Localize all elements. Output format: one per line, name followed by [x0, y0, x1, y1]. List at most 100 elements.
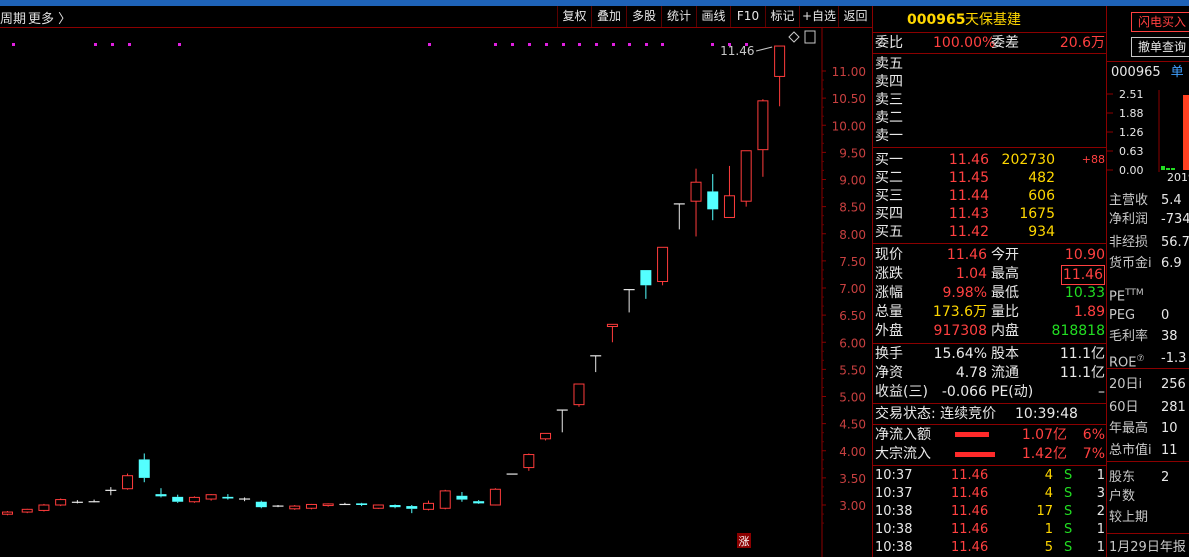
stock-name: 天保基建: [965, 12, 1021, 28]
bid-row[interactable]: 买三 11.44 606: [873, 187, 1107, 205]
chart-canvas[interactable]: 11.00 10.50 10.00 9.50 9.00 8.50 8.00 7.50 7.00 6…: [0, 28, 872, 557]
cancel-query-button[interactable]: 撤单查询: [1131, 37, 1189, 57]
candlestick-chart[interactable]: 11.00 10.50 10.00 9.50 9.00 8.50 8.00 7.50 7.00 6…: [0, 28, 872, 557]
divider: [1107, 461, 1189, 462]
fund-value: -0.066: [941, 384, 987, 400]
rp-label: 年最高: [1109, 421, 1149, 436]
bid-row[interactable]: 买一 11.46 202730 +88: [873, 151, 1107, 169]
bid-price: 11.44: [948, 188, 989, 204]
rp-label: PE: [1109, 289, 1126, 305]
diff-label: 委差: [991, 35, 1019, 51]
bid-label: 买一: [875, 152, 903, 168]
stat-row: 涨幅 9.98% 最低 10.33: [873, 284, 1107, 302]
toolbar-button-2[interactable]: 多股: [626, 6, 661, 27]
flow-label: 大宗流入: [875, 446, 931, 462]
flow-label: 净流入额: [875, 427, 931, 443]
signal-dot: [645, 43, 648, 46]
signal-dot: [711, 43, 714, 46]
rp-value: 11: [1161, 443, 1178, 458]
fund-label: 净资: [875, 365, 903, 381]
flow-pct: 6%: [1082, 427, 1105, 443]
candle: [272, 505, 284, 508]
candle: [38, 503, 50, 512]
y-tick-label: 10.50: [832, 92, 866, 106]
y-tick-label: 6.00: [839, 336, 866, 350]
stat-label: 总量: [875, 304, 903, 320]
ask-row[interactable]: 卖三: [873, 91, 1107, 109]
candle: [356, 502, 368, 507]
ask-row[interactable]: 卖一: [873, 127, 1107, 145]
rp-row: PEG 0: [1109, 307, 1169, 325]
rp-value: 281: [1161, 400, 1186, 415]
toolbar-button-1[interactable]: 叠加: [591, 6, 626, 27]
rp-row: 股东 2: [1109, 469, 1169, 487]
rp-code: 000965: [1111, 65, 1161, 80]
flash-buy-button[interactable]: 闪电买入: [1131, 12, 1189, 32]
toolbar-button-6[interactable]: 标记: [765, 6, 799, 27]
bid-row[interactable]: 买四 11.43 1675: [873, 205, 1107, 223]
toolbar-button-4[interactable]: 画线: [696, 6, 730, 27]
stat-value: 10.90: [1064, 247, 1105, 263]
mini-bar: [1171, 168, 1175, 170]
stat-row: 现价 11.46 今开 10.90: [873, 246, 1107, 264]
tick-row: 10:38 11.46 17 S 2: [873, 503, 1107, 521]
ask-label: 卖三: [875, 92, 903, 108]
toolbar-button-8[interactable]: 返回: [838, 6, 872, 27]
diamond-icon[interactable]: [788, 31, 800, 43]
flow-row: 大宗流入 1.42亿 7%: [873, 445, 1107, 463]
signal-dot: [612, 43, 615, 46]
tick-volume: 5: [1044, 540, 1053, 555]
y-tick-label: 6.50: [839, 309, 866, 323]
candle: [406, 505, 418, 514]
rp-label: 货币金i: [1109, 256, 1152, 271]
flow-value: 1.42亿: [1021, 446, 1067, 462]
tick-time: 10:38: [875, 522, 913, 537]
candle: [339, 502, 351, 506]
rp-value: 5.4: [1161, 193, 1182, 208]
bid-price: 11.42: [948, 224, 989, 240]
bid-row[interactable]: 买二 11.45 482: [873, 169, 1107, 187]
rp-label: 非经损: [1109, 235, 1149, 250]
trade-time: 10:39:48: [1015, 406, 1078, 422]
divider: [873, 243, 1107, 244]
stat-label: 涨幅: [875, 285, 903, 301]
ratio-label: 委比: [875, 35, 903, 51]
fund-label: 流通: [991, 365, 1019, 381]
more-menu[interactable]: 更多 〉: [28, 8, 71, 27]
bid-row[interactable]: 买五 11.42 934: [873, 223, 1107, 241]
signal-dot: [111, 43, 114, 46]
quote-panel: 000965 天保基建 委比 100.00% 委差 20.6万 卖五 卖四 卖三 卖二 卖一 买一 11…: [872, 6, 1107, 557]
toolbar-button-5[interactable]: F10: [730, 6, 765, 27]
candle: [105, 487, 117, 496]
rp-label: 主营收: [1109, 193, 1149, 208]
rp-label-sup: ⑦: [1136, 354, 1145, 364]
panel-toggle-icon[interactable]: [804, 30, 816, 44]
ask-row[interactable]: 卖四: [873, 73, 1107, 91]
toolbar-button-3[interactable]: 统计: [661, 6, 696, 27]
flow-bar: [955, 452, 995, 457]
mini-bar: [1166, 168, 1170, 170]
mini-tick-label: 1.26: [1119, 126, 1144, 139]
rp-row: 毛利率 38: [1109, 328, 1178, 346]
ask-row[interactable]: 卖二: [873, 109, 1107, 127]
toolbar-button-7[interactable]: +自选: [799, 6, 838, 27]
fund-row: 净资 4.78 流通 11.1亿: [873, 364, 1107, 382]
period-selector[interactable]: 周期: [0, 8, 26, 27]
more-label: 更多: [28, 12, 55, 27]
divider: [873, 53, 1107, 54]
stat-value: 9.98%: [942, 285, 987, 301]
divider: [873, 403, 1107, 404]
candle: [456, 491, 468, 502]
candle: [523, 453, 535, 471]
signal-dot: [545, 43, 548, 46]
ask-row[interactable]: 卖五: [873, 55, 1107, 73]
rp-label: 1月29日年报: [1109, 540, 1186, 555]
flow-row: 净流入额 1.07亿 6%: [873, 426, 1107, 444]
toolbar-button-0[interactable]: 复权: [557, 6, 591, 27]
candle: [740, 150, 752, 207]
tick-volume: 17: [1036, 504, 1053, 519]
divider: [1107, 533, 1189, 534]
signal-dot: [94, 43, 97, 46]
tick-price: 11.46: [951, 540, 989, 555]
tick-side: S: [1064, 486, 1073, 501]
